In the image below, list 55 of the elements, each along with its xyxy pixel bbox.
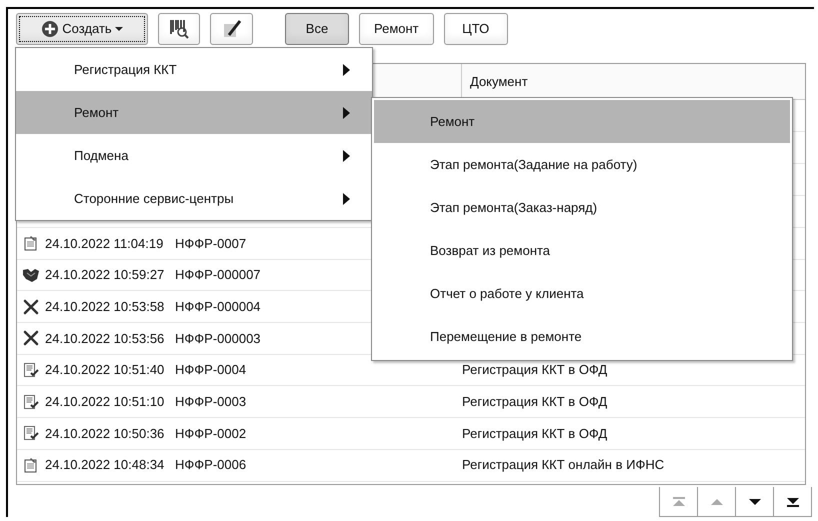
submenu-item[interactable]: Отчет о работе у клиента <box>374 272 790 315</box>
submenu-arrow-icon <box>343 106 350 118</box>
arrow-to-bottom-icon <box>786 496 798 506</box>
date-cell-text: 24.10.2022 11:04:19 <box>45 234 164 253</box>
first-button[interactable] <box>659 487 698 517</box>
number-cell-text: НФФР-000004 <box>175 298 262 316</box>
edit-button[interactable] <box>210 13 253 45</box>
menu-item[interactable]: Регистрация ККТ <box>16 48 372 91</box>
date-cell-text: 24.10.2022 10:53:58 <box>45 298 166 316</box>
up-arrow-icon <box>710 496 722 506</box>
submenu-arrow-icon <box>343 192 350 204</box>
number-cell-text: НФФР-0003 <box>175 393 248 412</box>
filter-button[interactable]: Все <box>285 13 349 45</box>
barcode-search-button[interactable] <box>158 13 200 45</box>
submenu-item[interactable]: Этап ремонта(Заказ-наряд) <box>374 186 790 229</box>
date-cell-text: 24.10.2022 10:53:56 <box>45 330 166 348</box>
document-icon <box>23 457 39 474</box>
date-cell-text: 24.10.2022 10:51:10 <box>45 393 166 412</box>
barcode-search-icon <box>168 18 190 40</box>
create-button[interactable]: Создать <box>16 13 148 45</box>
document-cell-text: Регистрация ККТ в ОФД <box>462 424 608 443</box>
tools-icon <box>23 330 39 346</box>
column-header[interactable]: Документ <box>462 64 805 99</box>
caret-icon <box>114 26 123 32</box>
date-cell-text: 24.10.2022 10:48:34 <box>45 456 166 474</box>
submenu-item[interactable]: Ремонт <box>374 100 790 143</box>
date-cell-text: 24.10.2022 10:59:27 <box>45 266 166 284</box>
menu-item[interactable]: Сторонние сервис-центры <box>16 177 372 220</box>
number-cell-text: НФФР-0004 <box>175 361 248 380</box>
menu-item[interactable]: Подмена <box>16 134 372 177</box>
document-cell-text: Регистрация ККТ в ОФД <box>462 393 608 412</box>
document-icon <box>23 235 39 252</box>
submenu-arrow-icon <box>343 150 350 162</box>
checklist-icon <box>23 425 39 442</box>
down-arrow-icon <box>748 496 760 506</box>
number-cell-text: НФФР-0002 <box>175 424 248 443</box>
last-button[interactable] <box>773 487 812 517</box>
tools-icon <box>23 298 39 315</box>
submenu-arrow-icon <box>343 64 350 76</box>
document-cell-text: Регистрация ККТ онлайн в ИФНС <box>462 456 664 474</box>
plus-icon <box>41 20 60 38</box>
number-cell-text: НФФР-000007 <box>175 266 262 284</box>
filter-button[interactable]: Ремонт <box>359 13 434 45</box>
date-cell-text: 24.10.2022 10:51:40 <box>45 361 166 380</box>
arrow-to-top-icon <box>672 496 684 506</box>
date-cell-text: 24.10.2022 10:50:36 <box>45 424 166 443</box>
submenu-item[interactable]: Возврат из ремонта <box>374 229 790 272</box>
document-cell-text: Регистрация ККТ в ОФД <box>462 361 608 380</box>
submenu-item[interactable]: Перемещение в ремонте <box>374 315 790 358</box>
filter-button[interactable]: ЦТО <box>444 13 508 45</box>
checklist-icon <box>23 362 39 378</box>
number-cell-text: НФФР-0006 <box>175 456 248 474</box>
checklist-icon <box>23 394 39 410</box>
menu-item[interactable]: Ремонт <box>16 91 372 134</box>
submenu-item[interactable]: Этап ремонта(Задание на работу) <box>374 143 790 186</box>
